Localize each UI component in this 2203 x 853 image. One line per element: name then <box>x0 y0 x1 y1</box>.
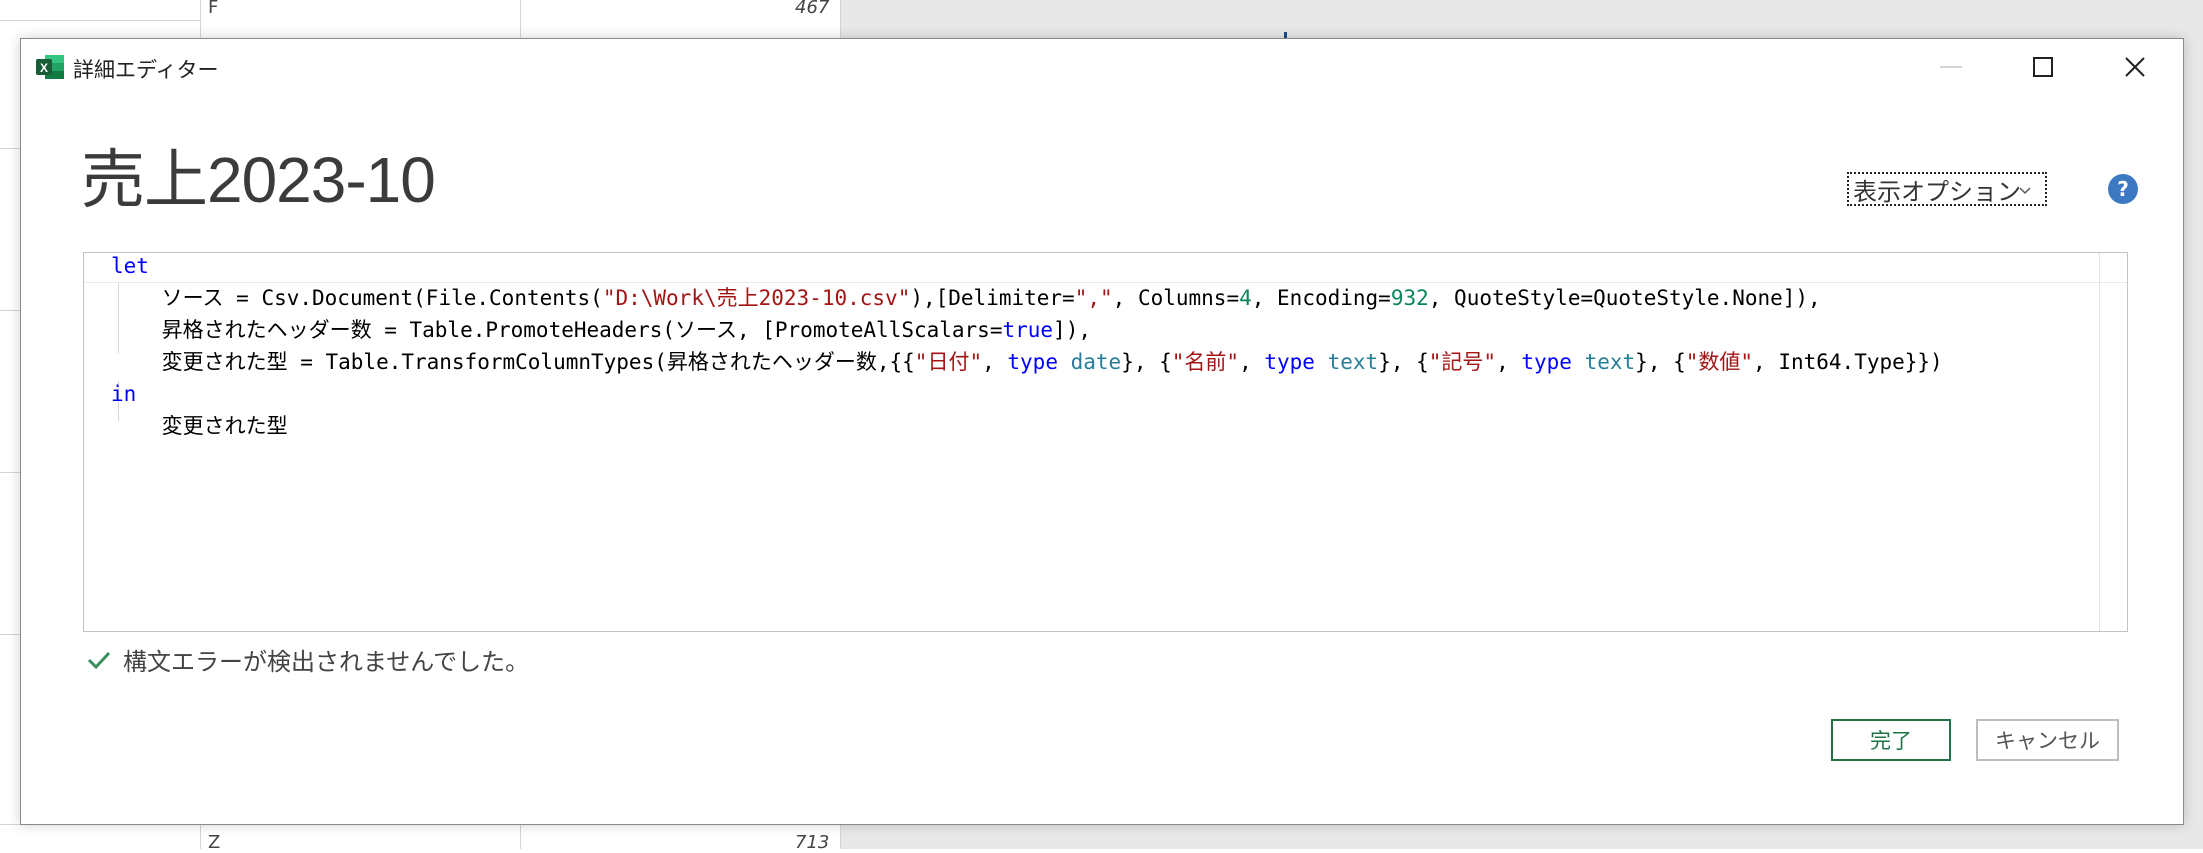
code-token: true <box>1002 318 1054 342</box>
query-name-heading: 売上2023-10 <box>81 144 436 216</box>
display-options-label: 表示オプション <box>1853 177 2021 206</box>
cancel-button[interactable]: キャンセル <box>1976 719 2119 761</box>
code-token: ソース = Csv.Document(File.Contents( <box>111 286 603 310</box>
status-text: 構文エラーが検出されませんでした。 <box>123 648 530 676</box>
checkmark-icon <box>87 651 111 669</box>
code-token: , Columns= <box>1112 286 1240 310</box>
code-token: }, { <box>1635 350 1686 374</box>
code-token: }, { <box>1121 350 1172 374</box>
close-button[interactable] <box>2103 45 2167 89</box>
maximize-button[interactable] <box>2011 45 2075 89</box>
code-token: text <box>1327 350 1379 374</box>
code-token: , <box>1496 350 1522 374</box>
chevron-down-icon <box>2019 187 2031 195</box>
cell-label-top: F <box>208 0 219 18</box>
excel-icon: X <box>36 55 64 79</box>
current-line-highlight <box>84 253 2127 283</box>
code-line: let <box>111 253 149 282</box>
cell-value-top: 467 <box>795 0 830 18</box>
code-token: , <box>1239 350 1265 374</box>
code-token: text <box>1584 350 1636 374</box>
dialog-title: 詳細エディター <box>73 58 219 82</box>
help-icon[interactable]: ? <box>2108 174 2138 204</box>
code-token: "D:\Work\売上2023-10.csv" <box>602 286 911 310</box>
code-token: type <box>1264 350 1315 374</box>
syntax-status: 構文エラーが検出されませんでした。 <box>87 642 529 677</box>
done-button[interactable]: 完了 <box>1831 719 1951 761</box>
minimize-icon <box>1940 66 1962 68</box>
svg-text:X: X <box>40 61 48 75</box>
code-token: 932 <box>1390 286 1429 310</box>
code-line: 昇格されたヘッダー数 = Table.PromoteHeaders(ソース, [… <box>111 314 1091 346</box>
code-line: ソース = Csv.Document(File.Contents("D:\Wor… <box>111 282 1821 314</box>
code-token: "数値" <box>1685 350 1754 374</box>
code-token: 4 <box>1239 286 1252 310</box>
code-token: type <box>1521 350 1572 374</box>
display-options-dropdown[interactable]: 表示オプション <box>1847 172 2047 206</box>
code-token: ),[Delimiter= <box>910 286 1075 310</box>
code-token: "," <box>1074 286 1113 310</box>
cell-label-bottom: Z <box>208 832 221 853</box>
editor-scrollbar[interactable] <box>2099 253 2127 631</box>
cell-value-bottom: 713 <box>795 832 830 853</box>
maximize-icon <box>2033 57 2053 77</box>
code-token: 変更された型 <box>111 414 288 438</box>
code-token: let <box>111 254 149 278</box>
code-token: "記号" <box>1428 350 1497 374</box>
grid-line <box>0 20 200 21</box>
minimize-button[interactable] <box>1919 45 1983 89</box>
advanced-editor-dialog: X 詳細エディター 売上2023-10 表示オプション ? let ソース = … <box>20 38 2184 825</box>
code-editor[interactable]: let ソース = Csv.Document(File.Contents("D:… <box>83 252 2128 632</box>
code-token: }, { <box>1378 350 1429 374</box>
code-token: , <box>982 350 1008 374</box>
code-token: , Encoding= <box>1251 286 1391 310</box>
code-token: "名前" <box>1171 350 1240 374</box>
code-token: 変更された型 = Table.TransformColumnTypes(昇格され… <box>111 350 915 374</box>
code-line: 変更された型 = Table.TransformColumnTypes(昇格され… <box>111 346 1943 378</box>
close-icon <box>2125 57 2145 77</box>
code-line: 変更された型 <box>111 410 288 442</box>
code-token: date <box>1070 350 1122 374</box>
code-token: "日付" <box>914 350 983 374</box>
code-token: in <box>111 382 137 406</box>
code-token: type <box>1007 350 1058 374</box>
code-token: ]), <box>1053 318 1091 342</box>
code-token: , QuoteStyle=QuoteStyle.None]), <box>1428 286 1821 310</box>
code-line: in <box>111 378 136 410</box>
code-token: 昇格されたヘッダー数 = Table.PromoteHeaders(ソース, [… <box>111 318 1003 342</box>
code-token: , Int64.Type}}) <box>1753 350 1943 374</box>
